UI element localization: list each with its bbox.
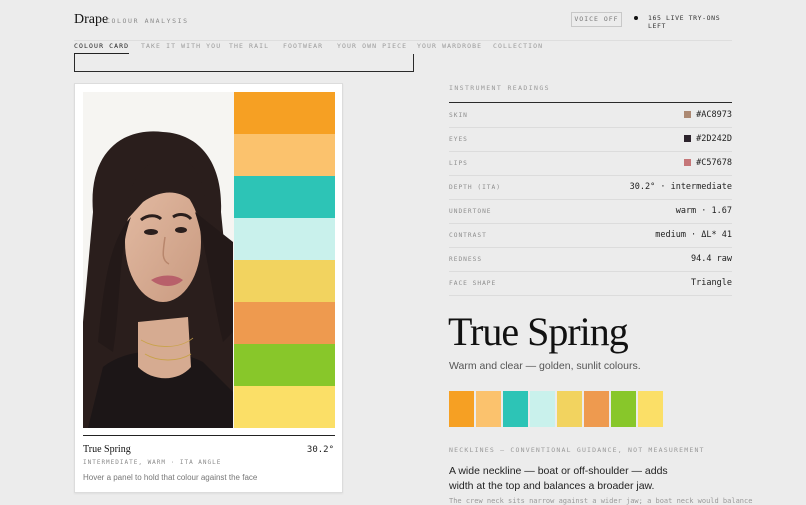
reading-label: SKIN xyxy=(449,112,468,119)
scrolled-panel-edge xyxy=(74,54,414,72)
reading-row-redness: REDNESS 94.4 raw xyxy=(449,247,732,272)
color-chip xyxy=(684,135,692,142)
tab-your-wardrobe[interactable]: YOUR WARDROBE xyxy=(417,42,482,50)
tab-take-it-with-you[interactable]: TAKE IT WITH YOU xyxy=(141,42,221,50)
reading-row-eyes: EYES #2D242D xyxy=(449,127,732,152)
portrait-illustration xyxy=(83,92,234,428)
necklines-text: A wide neckline — boat or off-shoulder —… xyxy=(449,465,668,492)
reading-value: medium · ΔL* 41 xyxy=(655,230,732,240)
palette-panel[interactable] xyxy=(234,92,335,134)
season-description: Warm and clear — golden, sunlit colours. xyxy=(449,360,641,372)
reading-row-contrast: CONTRAST medium · ΔL* 41 xyxy=(449,223,732,248)
app-header: Drape COLOUR ANALYSIS VOICE OFF 165 LIVE… xyxy=(74,0,732,40)
tab-colour-card[interactable]: COLOUR CARD xyxy=(74,42,130,54)
reading-value: 94.4 raw xyxy=(691,254,732,264)
palette-swatch[interactable] xyxy=(476,391,501,427)
reading-value-text: #C57678 xyxy=(696,158,732,168)
palette-swatch[interactable] xyxy=(638,391,663,427)
reading-row-lips: LIPS #C57678 xyxy=(449,151,732,176)
reading-value: warm · 1.67 xyxy=(675,206,732,216)
live-status-dot-icon xyxy=(634,16,638,20)
reading-value-text: #2D242D xyxy=(696,134,732,144)
reading-label: UNDERTONE xyxy=(449,208,492,215)
palette-swatch[interactable] xyxy=(503,391,528,427)
tab-your-own-piece[interactable]: YOUR OWN PIECE xyxy=(337,42,407,50)
reading-label: DEPTH (ITA) xyxy=(449,184,501,191)
palette-swatch[interactable] xyxy=(449,391,474,427)
palette-panel[interactable] xyxy=(234,176,335,218)
palette-panel[interactable] xyxy=(234,386,335,428)
live-try-ons-counter: 165 LIVE TRY-ONS LEFT xyxy=(648,14,721,30)
card-hint: Hover a panel to hold that colour agains… xyxy=(83,473,258,482)
reading-row-depth: DEPTH (ITA) 30.2° · intermediate xyxy=(449,175,732,200)
tab-collection[interactable]: COLLECTION xyxy=(493,42,543,50)
tab-the-rail[interactable]: THE RAIL xyxy=(229,42,269,50)
reading-value: #C57678 xyxy=(684,158,732,168)
palette-swatch[interactable] xyxy=(584,391,609,427)
nav-tabs: COLOUR CARD TAKE IT WITH YOU THE RAIL FO… xyxy=(74,40,732,55)
colour-card: True Spring 30.2° INTERMEDIATE, WARM · I… xyxy=(74,83,343,493)
palette-panel[interactable] xyxy=(234,302,335,344)
palette-swatch[interactable] xyxy=(530,391,555,427)
palette-panel[interactable] xyxy=(234,260,335,302)
palette-swatch[interactable] xyxy=(557,391,582,427)
color-chip xyxy=(684,111,692,118)
palette-panel[interactable] xyxy=(234,134,335,176)
reading-value: 30.2° · intermediate xyxy=(629,182,732,192)
reading-row-skin: SKIN #AC8973 xyxy=(449,103,732,128)
app-subtitle: COLOUR ANALYSIS xyxy=(106,17,189,25)
reading-label: REDNESS xyxy=(449,256,483,263)
readings-title: INSTRUMENT READINGS xyxy=(449,84,550,92)
reading-value: #AC8973 xyxy=(684,110,732,120)
reading-label: LIPS xyxy=(449,160,468,167)
reading-value: #2D242D xyxy=(684,134,732,144)
necklines-title: NECKLINES — CONVENTIONAL GUIDANCE, NOT M… xyxy=(449,446,705,454)
reading-value: Triangle xyxy=(691,278,732,288)
card-season-name: True Spring xyxy=(83,444,131,455)
season-title: True Spring xyxy=(448,309,629,354)
reading-row-face-shape: FACE SHAPE Triangle xyxy=(449,271,732,296)
card-meta: INTERMEDIATE, WARM · ITA ANGLE xyxy=(83,459,222,466)
app-logo[interactable]: Drape xyxy=(74,12,108,28)
reading-label: FACE SHAPE xyxy=(449,280,497,287)
reading-label: CONTRAST xyxy=(449,232,487,239)
reading-row-undertone: UNDERTONE warm · 1.67 xyxy=(449,199,732,224)
tab-footwear[interactable]: FOOTWEAR xyxy=(283,42,323,50)
voice-toggle-button[interactable]: VOICE OFF xyxy=(571,12,622,27)
palette-column xyxy=(234,92,335,428)
color-chip xyxy=(684,159,692,166)
palette-panel[interactable] xyxy=(234,344,335,386)
portrait-photo xyxy=(83,92,234,428)
card-divider xyxy=(83,435,335,436)
reading-label: EYES xyxy=(449,136,468,143)
reading-value-text: #AC8973 xyxy=(696,110,732,120)
card-ita-angle: 30.2° xyxy=(306,445,334,455)
palette-panel[interactable] xyxy=(234,218,335,260)
palette-swatch[interactable] xyxy=(611,391,636,427)
